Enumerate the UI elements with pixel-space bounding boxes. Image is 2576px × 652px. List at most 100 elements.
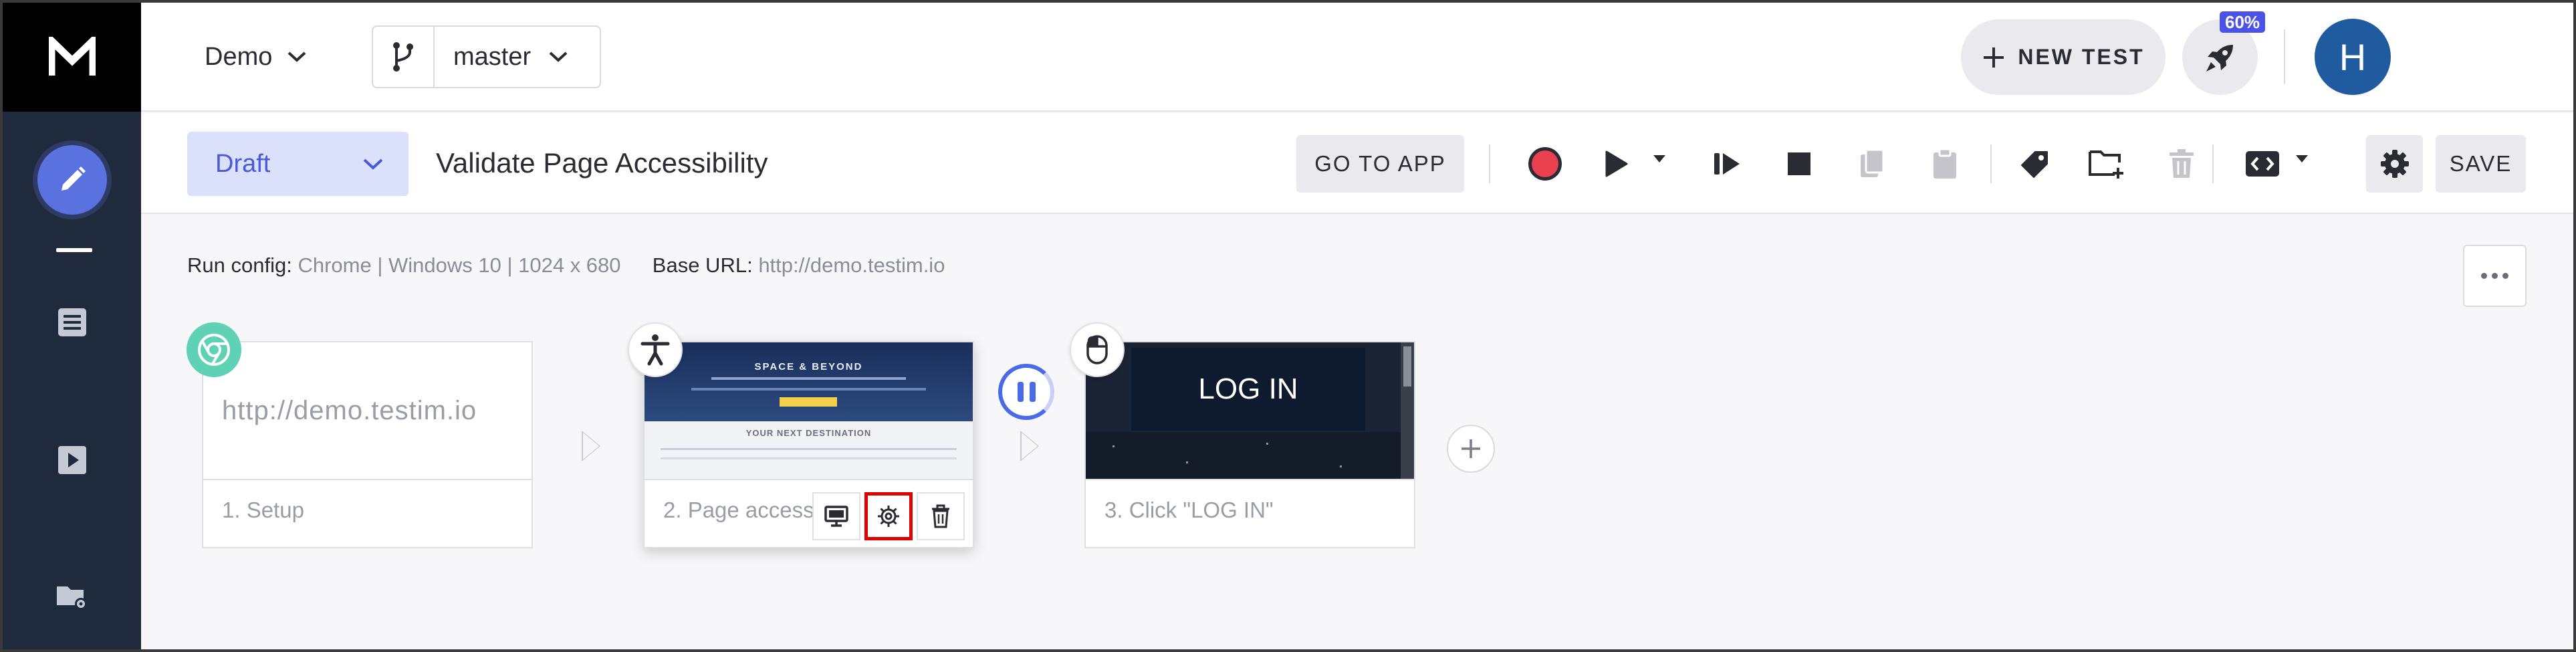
usage-badge: 60% <box>2220 11 2266 33</box>
copy-button[interactable] <box>1849 140 1897 188</box>
sidebar-item-editor[interactable] <box>3 145 141 215</box>
tag-button[interactable] <box>2011 140 2059 188</box>
breakpoint-indicator[interactable] <box>998 364 1054 420</box>
thumb-subheading: YOUR NEXT DESTINATION <box>745 428 872 438</box>
flow-arrow-inner <box>583 433 599 459</box>
step-thumbnail: SPACE & BEYOND YOUR NEXT DESTINATION <box>645 342 973 480</box>
step-label: 3. Click "LOG IN" <box>1104 498 1274 522</box>
branch-select[interactable]: master <box>372 25 601 88</box>
thumb-line <box>661 448 957 450</box>
test-settings-button[interactable] <box>2366 135 2423 193</box>
caret-down-icon[interactable] <box>1653 155 1665 162</box>
step-thumbnail: http://demo.testim.io <box>203 342 532 480</box>
new-test-label: NEW TEST <box>2018 45 2145 69</box>
thumb-line <box>711 377 906 380</box>
record-icon <box>1528 147 1562 181</box>
dot <box>2502 273 2508 279</box>
logo[interactable] <box>3 3 141 112</box>
play-button[interactable] <box>1592 140 1640 188</box>
chevron-down-icon <box>549 51 568 62</box>
step-play-icon <box>1714 153 1740 175</box>
plus-icon <box>1984 47 2004 68</box>
step-card-setup[interactable]: http://demo.testim.io 1. Setup <box>202 341 533 548</box>
step-actions <box>812 492 965 542</box>
trash-icon <box>932 504 949 528</box>
editor-toolbar: Draft Validate Page Accessibility GO TO … <box>141 113 2573 214</box>
testim-logo-icon <box>48 36 96 76</box>
thumb-line <box>691 388 926 391</box>
code-icon <box>2246 151 2279 177</box>
plus-icon <box>1461 439 1480 458</box>
paste-button[interactable] <box>1921 140 1969 188</box>
folder-gear-icon <box>56 586 87 610</box>
dot <box>2492 273 2498 279</box>
more-options-button[interactable] <box>2463 245 2527 307</box>
stop-button[interactable] <box>1775 140 1823 188</box>
screenshot-button[interactable] <box>812 492 860 540</box>
step-card-page-accessibility[interactable]: SPACE & BEYOND YOUR NEXT DESTINATION 2. … <box>643 341 974 548</box>
sidebar-item-runs[interactable] <box>3 427 141 494</box>
trash-icon <box>2170 149 2194 178</box>
record-button[interactable] <box>1521 140 1569 188</box>
save-button[interactable]: SAVE <box>2436 135 2526 193</box>
run-from-selected-button[interactable] <box>1703 140 1751 188</box>
chevron-down-icon <box>288 51 306 62</box>
pencil-icon <box>37 145 107 215</box>
run-config-label: Run config: <box>187 253 292 277</box>
toolbar-divider <box>2212 144 2214 183</box>
sidebar <box>3 3 141 649</box>
branch-name: master <box>453 42 532 71</box>
step-properties-button[interactable] <box>864 492 913 540</box>
delete-step-button[interactable] <box>917 492 965 540</box>
thumb-line <box>661 457 957 459</box>
thumb-starfield <box>1086 432 1414 479</box>
top-header: Demo master NEW TEST 60% H <box>141 3 2573 112</box>
pause-bar <box>1017 382 1024 402</box>
status-select[interactable]: Draft <box>187 132 408 196</box>
branch-icon-cell <box>373 27 435 87</box>
git-branch-icon <box>393 42 413 72</box>
thumb-body: YOUR NEXT DESTINATION <box>645 421 973 479</box>
code-button[interactable] <box>2238 140 2287 188</box>
delete-button[interactable] <box>2157 140 2206 188</box>
monitor-icon <box>824 506 848 527</box>
step-card-click-login[interactable]: LOG IN 3. Click "LOG IN" <box>1084 341 1415 548</box>
list-icon <box>57 308 86 336</box>
add-step-button[interactable] <box>1447 425 1495 473</box>
chrome-icon <box>187 322 241 377</box>
add-to-folder-button[interactable] <box>2083 140 2131 188</box>
login-button-preview: LOG IN <box>1131 348 1365 431</box>
sidebar-item-test-list[interactable] <box>3 289 141 356</box>
mouse-icon <box>1070 322 1125 377</box>
tag-icon <box>2021 151 2048 178</box>
test-canvas: Run config: Chrome | Windows 10 | 1024 x… <box>141 215 2573 649</box>
project-select[interactable]: Demo <box>205 35 307 79</box>
thumb-heading: SPACE & BEYOND <box>754 361 863 372</box>
dot <box>2481 273 2487 279</box>
copy-icon <box>1861 148 1885 177</box>
avatar[interactable]: H <box>2315 19 2391 95</box>
gear-icon <box>878 506 899 527</box>
base-url-value[interactable]: http://demo.testim.io <box>758 253 945 277</box>
rocket-icon <box>2206 44 2233 72</box>
folder-add-icon <box>2089 150 2123 179</box>
toolbar-divider <box>1489 144 1490 183</box>
thumb-hero: SPACE & BEYOND <box>645 342 973 421</box>
gear-icon <box>2380 150 2409 178</box>
caret-down-icon[interactable] <box>2296 155 2308 162</box>
thumb-scrollbar <box>1401 342 1414 479</box>
run-config-value[interactable]: Chrome | Windows 10 | 1024 x 680 <box>298 253 620 277</box>
new-test-button[interactable]: NEW TEST <box>1961 19 2165 95</box>
sidebar-item-settings[interactable] <box>3 563 141 630</box>
login-text: LOG IN <box>1198 372 1298 405</box>
stop-icon <box>1788 152 1810 175</box>
pause-bar <box>1029 382 1036 402</box>
status-label: Draft <box>215 149 271 178</box>
step-label: 1. Setup <box>222 498 304 522</box>
go-to-app-button[interactable]: GO TO APP <box>1296 135 1464 193</box>
active-indicator <box>56 248 92 252</box>
flow-arrow-inner <box>1022 433 1038 459</box>
app-frame: Demo master NEW TEST 60% H Draft Validat… <box>0 0 2576 652</box>
test-name[interactable]: Validate Page Accessibility <box>436 143 768 183</box>
run-config-line: Run config: Chrome | Windows 10 | 1024 x… <box>187 253 945 278</box>
